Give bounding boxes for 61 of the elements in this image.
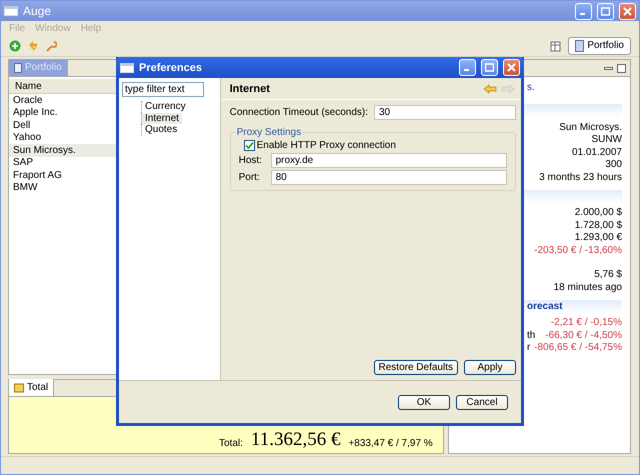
input-field[interactable]: proxy.de xyxy=(270,153,507,168)
folder-icon xyxy=(14,382,24,392)
page-button[interactable]: Apply xyxy=(464,360,516,375)
group-title: Proxy Settings xyxy=(236,127,302,138)
tree-item[interactable]: Internet xyxy=(141,112,182,124)
document-icon xyxy=(14,62,22,72)
add-icon[interactable] xyxy=(9,40,21,52)
dialog-button[interactable]: OK xyxy=(398,394,450,410)
total-tab[interactable]: Total xyxy=(9,379,54,396)
open-perspective-icon[interactable] xyxy=(550,40,562,52)
page-title: Internet xyxy=(230,82,271,94)
total-change: +833,47 € / 7,97 % xyxy=(348,438,433,449)
minimize-button[interactable] xyxy=(459,59,476,76)
total-amount: 11.362,56 € xyxy=(250,430,340,449)
detail-label: th xyxy=(527,330,536,341)
detail-value: 300 xyxy=(605,159,622,170)
detail-value: 5,76 $ xyxy=(594,269,622,280)
checkmark-icon xyxy=(244,141,254,150)
detail-value: 01.01.2007 xyxy=(572,146,622,158)
view-title: s. xyxy=(527,82,536,95)
perspective-button[interactable]: Portfolio xyxy=(568,36,631,54)
minimize-button[interactable] xyxy=(575,2,592,20)
close-icon[interactable] xyxy=(507,63,516,72)
detail-value: -203,50 € / -13,60% xyxy=(534,244,622,256)
dialog-button[interactable]: Cancel xyxy=(456,394,508,410)
minimize-icon[interactable] xyxy=(604,66,613,70)
maximize-button[interactable] xyxy=(481,59,498,76)
detail-value: 3 months 23 hours xyxy=(539,172,622,183)
window-icon xyxy=(4,6,18,16)
timeout-field[interactable]: 30 xyxy=(374,105,516,120)
proxy-checkbox[interactable]: Enable HTTP Proxy connection xyxy=(244,140,507,151)
maximize-button[interactable] xyxy=(597,2,614,20)
close-icon[interactable] xyxy=(623,6,632,16)
tree-item[interactable]: Quotes xyxy=(141,124,180,136)
detail-value: 18 minutes ago xyxy=(554,282,622,293)
detail-value: Sun Microsys. xyxy=(559,122,622,133)
field-label: Connection Timeout (seconds): xyxy=(230,107,368,118)
filter-field[interactable]: type filter text xyxy=(122,82,204,97)
section-title: orecast xyxy=(527,300,563,312)
detail-value: 2.000,00 $ xyxy=(574,207,622,218)
window-title: Auge xyxy=(23,4,52,18)
detail-value: 1.728,00 $ xyxy=(574,220,622,231)
detail-value: 1.293,00 € xyxy=(574,232,622,244)
total-label: Total: xyxy=(219,438,243,449)
detail-label: r xyxy=(527,342,530,354)
back-arrow-icon[interactable] xyxy=(483,84,497,94)
dialog-title: Preferences xyxy=(139,62,203,74)
field-label: Host: xyxy=(238,155,263,166)
dialog-icon xyxy=(120,62,134,72)
field-label: Port: xyxy=(238,172,261,183)
close-button[interactable] xyxy=(503,59,520,76)
input-field[interactable]: 80 xyxy=(270,170,507,185)
detail-value: -2,21 € / -0,15% xyxy=(550,317,622,328)
document-icon xyxy=(575,40,584,52)
close-button[interactable] xyxy=(619,2,636,20)
detail-value: -66,30 € / -4,50% xyxy=(545,330,622,341)
detail-value: SUNW xyxy=(591,134,622,146)
detail-value: -806,65 € / -54,75% xyxy=(534,342,622,354)
wrench-icon[interactable] xyxy=(45,40,57,52)
page-button[interactable]: Restore Defaults xyxy=(374,360,458,375)
maximize-icon[interactable] xyxy=(617,64,626,72)
